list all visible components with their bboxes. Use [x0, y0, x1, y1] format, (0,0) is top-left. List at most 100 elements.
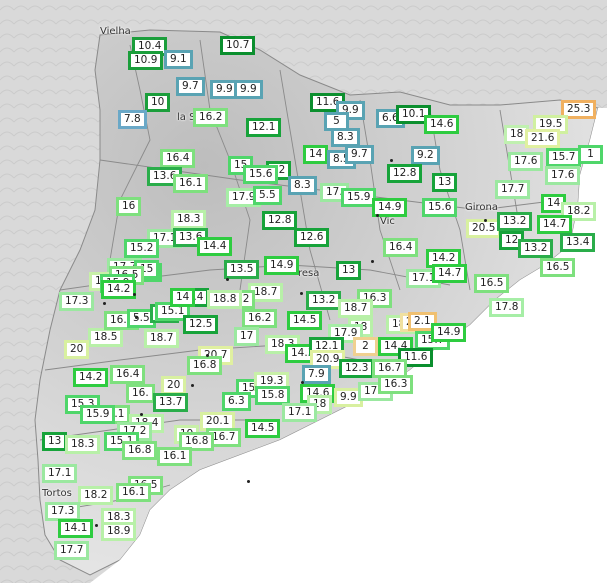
- station-temperature-marker[interactable]: 16.1: [116, 483, 152, 502]
- station-temperature-marker[interactable]: 14.4: [197, 237, 233, 256]
- town-dot: [247, 480, 250, 483]
- station-temperature-marker[interactable]: 18.5: [88, 328, 124, 347]
- place-label: resa: [298, 268, 320, 279]
- place-label: Tortos: [42, 488, 72, 499]
- station-temperature-marker[interactable]: 9.1: [164, 50, 193, 69]
- station-temperature-marker[interactable]: 12.5: [183, 315, 219, 334]
- station-temperature-marker[interactable]: 17.6: [545, 166, 581, 185]
- station-temperature-marker[interactable]: 6.3: [222, 392, 251, 411]
- station-temperature-marker[interactable]: 10: [145, 93, 171, 112]
- town-dot: [376, 214, 379, 217]
- station-temperature-marker[interactable]: 9.9: [234, 80, 263, 99]
- station-temperature-marker[interactable]: 8.3: [288, 176, 317, 195]
- station-temperature-marker[interactable]: 14.1: [58, 519, 94, 538]
- station-temperature-marker[interactable]: 7.9: [302, 365, 331, 384]
- station-temperature-marker[interactable]: 17.7: [54, 541, 90, 560]
- station-temperature-marker[interactable]: 16.1: [173, 174, 209, 193]
- place-label: Girona: [465, 202, 499, 213]
- station-temperature-marker[interactable]: 13.5: [224, 260, 260, 279]
- station-temperature-marker[interactable]: 17.7: [495, 180, 531, 199]
- station-temperature-marker[interactable]: 17.1: [282, 403, 318, 422]
- station-temperature-marker[interactable]: 13: [336, 261, 362, 280]
- town-dot: [140, 413, 143, 416]
- station-temperature-marker[interactable]: 17.6: [508, 152, 544, 171]
- station-temperature-marker[interactable]: 14: [170, 288, 196, 307]
- station-temperature-marker[interactable]: 16.2: [242, 309, 278, 328]
- station-temperature-marker[interactable]: 17: [234, 327, 260, 346]
- station-temperature-marker[interactable]: 14: [303, 145, 329, 164]
- station-temperature-marker[interactable]: 20: [64, 340, 90, 359]
- town-dot: [484, 219, 487, 222]
- station-temperature-marker[interactable]: 18.8: [207, 290, 243, 309]
- station-temperature-marker[interactable]: 12.1: [246, 118, 282, 137]
- station-temperature-marker[interactable]: 16.4: [383, 238, 419, 257]
- station-temperature-marker[interactable]: 16.4: [110, 365, 146, 384]
- station-temperature-marker[interactable]: 12.6: [294, 228, 330, 247]
- station-temperature-marker[interactable]: 16.3: [378, 375, 414, 394]
- station-temperature-marker[interactable]: 7.8: [118, 110, 147, 129]
- town-dot: [390, 159, 393, 162]
- station-temperature-marker[interactable]: 1: [578, 145, 603, 164]
- station-temperature-marker[interactable]: 18.3: [65, 435, 101, 454]
- station-temperature-marker[interactable]: 14.6: [424, 115, 460, 134]
- station-temperature-marker[interactable]: 18.7: [338, 299, 374, 318]
- station-temperature-marker[interactable]: 2: [353, 337, 378, 356]
- station-temperature-marker[interactable]: 13.2: [306, 291, 342, 310]
- station-temperature-marker[interactable]: 14.9: [431, 323, 467, 342]
- station-temperature-marker[interactable]: 16.5: [474, 274, 510, 293]
- station-temperature-marker[interactable]: 15.6: [422, 198, 458, 217]
- town-dot: [95, 524, 98, 527]
- station-temperature-marker[interactable]: 17.1: [42, 464, 78, 483]
- town-dot: [226, 278, 229, 281]
- station-temperature-marker[interactable]: 5.5: [253, 186, 282, 205]
- station-temperature-marker[interactable]: 18.3: [171, 210, 207, 229]
- station-temperature-marker[interactable]: 16.4: [160, 149, 196, 168]
- station-temperature-marker[interactable]: 17.3: [59, 292, 95, 311]
- station-temperature-marker[interactable]: 17.8: [489, 298, 525, 317]
- station-temperature-marker[interactable]: 16.: [126, 384, 155, 403]
- station-temperature-marker[interactable]: 10.9: [128, 51, 164, 70]
- station-temperature-marker[interactable]: 18.2: [78, 486, 114, 505]
- station-temperature-marker[interactable]: 21.6: [525, 129, 561, 148]
- station-temperature-marker[interactable]: 13: [432, 173, 458, 192]
- station-temperature-marker[interactable]: 13.2: [518, 239, 554, 258]
- station-temperature-marker[interactable]: 13.4: [560, 233, 596, 252]
- station-temperature-marker[interactable]: 15.9: [80, 405, 116, 424]
- town-dot: [301, 381, 304, 384]
- station-temperature-marker[interactable]: 14.5: [287, 311, 323, 330]
- place-label: Vic: [380, 216, 395, 227]
- station-temperature-marker[interactable]: 18.9: [101, 522, 137, 541]
- town-dot: [206, 354, 209, 357]
- station-temperature-marker[interactable]: 14.9: [264, 256, 300, 275]
- station-temperature-marker[interactable]: 16.5: [540, 258, 576, 277]
- station-temperature-marker[interactable]: 16.8: [122, 441, 158, 460]
- temperature-map[interactable]: Vielhala S UrgeGironaresaVicTortos 10.41…: [0, 0, 607, 583]
- station-temperature-marker[interactable]: 13.7: [153, 393, 189, 412]
- station-temperature-marker[interactable]: 16.8: [187, 356, 223, 375]
- station-temperature-marker[interactable]: 14.5: [245, 419, 281, 438]
- station-temperature-marker[interactable]: 14.7: [432, 264, 468, 283]
- station-temperature-marker[interactable]: 9.2: [411, 146, 440, 165]
- station-temperature-marker[interactable]: 16: [116, 197, 142, 216]
- station-temperature-marker[interactable]: 13: [42, 432, 68, 451]
- station-temperature-marker[interactable]: 9.7: [345, 145, 374, 164]
- town-dot: [135, 316, 138, 319]
- station-temperature-marker[interactable]: 12.3: [339, 359, 375, 378]
- station-temperature-marker[interactable]: 18.7: [144, 329, 180, 348]
- station-temperature-marker[interactable]: 13.2: [497, 212, 533, 231]
- station-temperature-marker[interactable]: 14.2: [101, 280, 137, 299]
- station-temperature-marker[interactable]: 14.7: [537, 215, 573, 234]
- place-label: Vielha: [100, 26, 131, 37]
- station-temperature-marker[interactable]: 16.1: [157, 447, 193, 466]
- station-temperature-marker[interactable]: 16.2: [193, 108, 229, 127]
- station-temperature-marker[interactable]: 12.8: [387, 164, 423, 183]
- station-temperature-marker[interactable]: 12.8: [262, 211, 298, 230]
- station-temperature-marker[interactable]: 15.2: [124, 239, 160, 258]
- town-dot: [300, 292, 303, 295]
- station-temperature-marker[interactable]: 14.2: [73, 368, 109, 387]
- town-dot: [103, 302, 106, 305]
- station-temperature-marker[interactable]: 15.7: [546, 148, 582, 167]
- station-temperature-marker[interactable]: 10.7: [220, 36, 256, 55]
- station-temperature-marker[interactable]: 9.7: [176, 77, 205, 96]
- station-temperature-marker[interactable]: 15.6: [243, 165, 279, 184]
